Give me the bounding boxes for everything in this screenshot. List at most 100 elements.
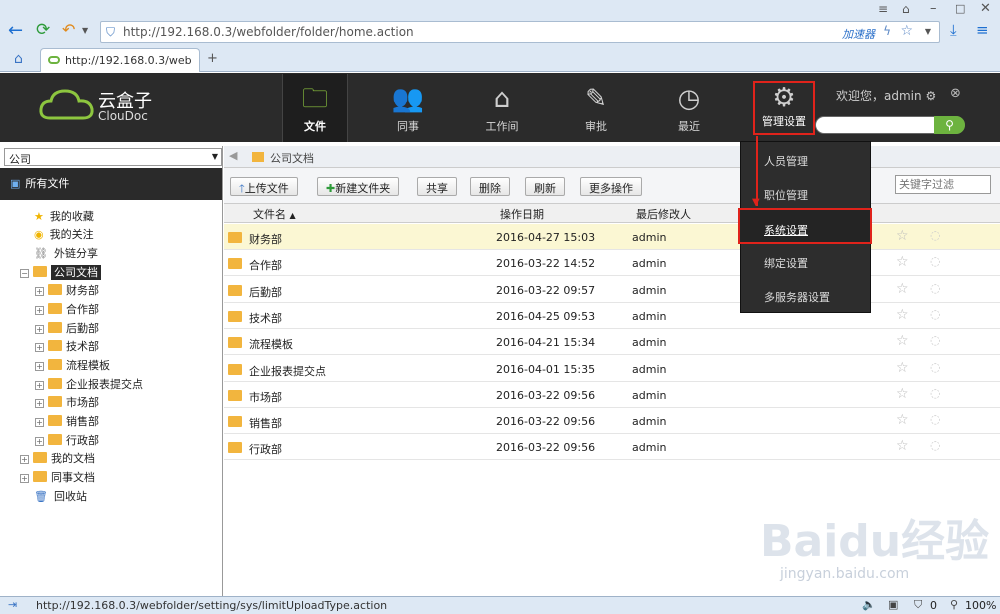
- expand-icon[interactable]: +: [35, 418, 44, 427]
- upload-button[interactable]: 🡑上传文件: [230, 177, 298, 196]
- bulb-icon[interactable]: ◌: [930, 387, 940, 399]
- share-button[interactable]: 共享: [417, 177, 457, 196]
- refresh-icon[interactable]: ⟳: [36, 22, 50, 39]
- sidebar-toggle-icon[interactable]: ⇥: [8, 599, 17, 610]
- col-filename[interactable]: 文件名 ▲: [253, 206, 296, 222]
- nav-workspace[interactable]: ⌂ 工作间: [467, 80, 537, 140]
- volume-icon[interactable]: 🔈: [862, 599, 876, 610]
- tree-item-company-docs[interactable]: − 公司文档: [20, 264, 101, 280]
- expand-icon[interactable]: +: [35, 306, 44, 315]
- row-name[interactable]: 企业报表提交点: [249, 363, 326, 379]
- row-name[interactable]: 后勤部: [249, 284, 282, 300]
- tree-item-dept[interactable]: + 销售部: [35, 413, 99, 429]
- chevron-down-icon[interactable]: ▼: [82, 27, 88, 35]
- zoom-level[interactable]: 100%: [965, 599, 996, 612]
- org-select[interactable]: 公司 ▼: [4, 148, 222, 166]
- accelerator-label[interactable]: 加速器: [842, 26, 875, 42]
- delete-button[interactable]: 删除: [470, 177, 510, 196]
- nav-files[interactable]: 🗀 文件: [282, 74, 348, 142]
- collapse-icon[interactable]: −: [20, 269, 29, 278]
- tree-item-dept[interactable]: + 行政部: [35, 432, 99, 448]
- tree-item-favorites[interactable]: ★ 我的收藏: [34, 208, 94, 224]
- window-menu-icon[interactable]: ≡: [878, 3, 888, 15]
- nav-colleagues[interactable]: 👥 同事: [373, 80, 443, 140]
- bulb-icon[interactable]: ◌: [930, 282, 940, 294]
- table-row[interactable]: 流程模板 2016-04-21 15:34 admin ☆ ◌: [224, 329, 1000, 356]
- more-actions-button[interactable]: 更多操作: [580, 177, 642, 196]
- expand-icon[interactable]: +: [35, 343, 44, 352]
- menu-item-users[interactable]: 人员管理: [764, 153, 808, 169]
- expand-icon[interactable]: +: [35, 325, 44, 334]
- new-folder-button[interactable]: ✚新建文件夹: [317, 177, 400, 196]
- logout-icon[interactable]: ⊗: [950, 87, 961, 100]
- back-icon[interactable]: ←: [8, 22, 23, 40]
- new-tab-icon[interactable]: +: [207, 52, 218, 65]
- menu-item-multi-server[interactable]: 多服务器设置: [764, 289, 830, 305]
- star-icon[interactable]: ☆: [896, 255, 909, 269]
- home-icon[interactable]: ⌂: [14, 52, 23, 66]
- row-name[interactable]: 市场部: [249, 389, 282, 405]
- lightning-icon[interactable]: ϟ: [883, 25, 891, 37]
- table-row[interactable]: 财务部 2016-04-27 15:03 admin ☆ ◌: [224, 224, 1000, 250]
- col-date[interactable]: 操作日期: [500, 206, 544, 222]
- undo-icon[interactable]: ↶: [62, 22, 75, 38]
- star-icon[interactable]: ☆: [896, 413, 909, 427]
- bulb-icon[interactable]: ◌: [930, 439, 940, 451]
- tree-item-dept[interactable]: + 市场部: [35, 394, 99, 410]
- settings-gear-icon[interactable]: ⚙: [925, 89, 936, 103]
- breadcrumb-label[interactable]: 公司文档: [270, 150, 314, 166]
- minimize-icon[interactable]: –: [930, 2, 937, 15]
- row-name[interactable]: 财务部: [249, 231, 282, 247]
- refresh-button[interactable]: 刷新: [525, 177, 565, 196]
- table-row[interactable]: 销售部 2016-03-22 09:56 admin ☆ ◌: [224, 408, 1000, 435]
- star-icon[interactable]: ☆: [896, 308, 909, 322]
- table-row[interactable]: 技术部 2016-04-25 09:53 admin ☆ ◌: [224, 303, 1000, 329]
- star-icon[interactable]: ☆: [896, 282, 909, 296]
- tree-item-dept[interactable]: + 合作部: [35, 301, 99, 317]
- row-name[interactable]: 销售部: [249, 415, 282, 431]
- table-row[interactable]: 后勤部 2016-03-22 09:57 admin ☆ ◌: [224, 277, 1000, 303]
- filter-input[interactable]: [895, 175, 991, 194]
- bulb-icon[interactable]: ◌: [930, 334, 940, 346]
- star-icon[interactable]: ☆: [896, 439, 909, 453]
- browser-tab[interactable]: http://192.168.0.3/web: [40, 48, 200, 72]
- maximize-icon[interactable]: □: [955, 3, 965, 14]
- expand-icon[interactable]: +: [35, 287, 44, 296]
- tree-item-my-docs[interactable]: + 我的文档: [20, 450, 95, 466]
- tree-item-dept[interactable]: + 财务部: [35, 282, 99, 298]
- shield-icon[interactable]: ⛉: [914, 599, 922, 610]
- menu-icon[interactable]: ≡: [976, 23, 989, 38]
- tree-item-dept[interactable]: + 后勤部: [35, 320, 99, 336]
- row-name[interactable]: 合作部: [249, 257, 282, 273]
- table-row[interactable]: 市场部 2016-03-22 09:56 admin ☆ ◌: [224, 382, 1000, 408]
- zoom-icon[interactable]: ⚲: [950, 599, 958, 610]
- tree-item-dept[interactable]: + 技术部: [35, 338, 99, 354]
- menu-item-system-settings[interactable]: 系统设置: [738, 208, 872, 244]
- col-modifier[interactable]: 最后修改人: [636, 206, 691, 222]
- expand-icon[interactable]: +: [35, 437, 44, 446]
- tree-item-dept[interactable]: + 流程模板: [35, 357, 110, 373]
- table-row[interactable]: 企业报表提交点 2016-04-01 15:35 admin ☆ ◌: [224, 356, 1000, 382]
- bulb-icon[interactable]: ◌: [930, 308, 940, 320]
- back-arrow-icon[interactable]: ◀: [229, 150, 237, 161]
- table-row[interactable]: 合作部 2016-03-22 14:52 admin ☆ ◌: [224, 250, 1000, 277]
- expand-icon[interactable]: +: [20, 474, 29, 483]
- star-icon[interactable]: ☆: [896, 387, 909, 401]
- search-icon[interactable]: ⚲: [934, 116, 965, 134]
- table-row[interactable]: 行政部 2016-03-22 09:56 admin ☆ ◌: [224, 434, 1000, 461]
- bulb-icon[interactable]: ◌: [930, 361, 940, 373]
- expand-icon[interactable]: +: [20, 455, 29, 464]
- address-bar[interactable]: ⛉ http://192.168.0.3/webfolder/folder/ho…: [100, 21, 940, 43]
- star-icon[interactable]: ☆: [896, 229, 909, 243]
- row-name[interactable]: 流程模板: [249, 336, 293, 352]
- tree-item-recycle-bin[interactable]: 🗑 回收站: [34, 488, 87, 504]
- bulb-icon[interactable]: ◌: [930, 255, 940, 267]
- row-name[interactable]: 技术部: [249, 310, 282, 326]
- bulb-icon[interactable]: ◌: [930, 229, 940, 241]
- camera-icon[interactable]: ▣: [888, 599, 898, 610]
- favorite-star-icon[interactable]: ☆: [900, 24, 913, 38]
- all-files-header[interactable]: ▣ 所有文件: [0, 168, 222, 200]
- tree-item-following[interactable]: ◉ 我的关注: [34, 226, 94, 242]
- close-icon[interactable]: ✕: [980, 2, 991, 15]
- menu-item-positions[interactable]: 职位管理: [764, 187, 808, 203]
